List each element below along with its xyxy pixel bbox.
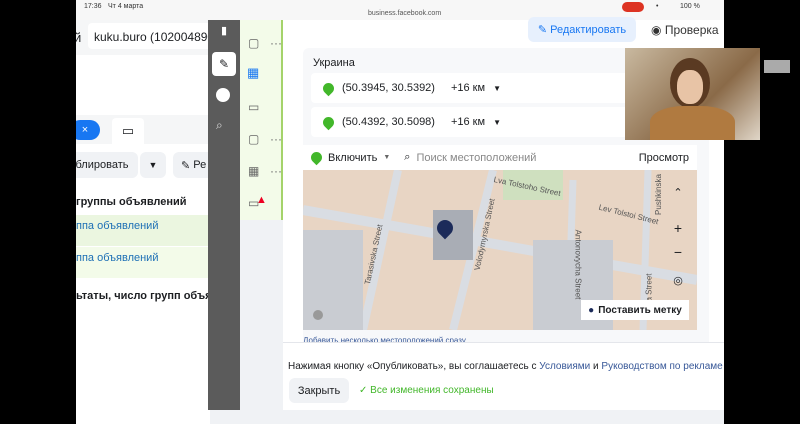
more-icon[interactable]: ··· <box>270 164 282 178</box>
saved-status-label: Все изменения сохранены <box>370 385 494 396</box>
results-label: ьтаты, число групп объяв <box>76 290 219 302</box>
terms-and: и <box>590 361 602 372</box>
coords: (50.4392, 30.5098) <box>342 116 435 128</box>
date: Чт 4 марта <box>108 3 144 10</box>
locate-icon[interactable]: ◎ <box>667 270 689 292</box>
edit-mode-label: Редактировать <box>550 23 627 36</box>
chevron-down-icon[interactable]: ▼ <box>493 84 501 93</box>
column-header: группы объявлений <box>76 196 187 208</box>
close-chip-icon[interactable]: × <box>76 120 100 140</box>
search-zoom-icon[interactable]: ⌕ <box>216 118 223 133</box>
folder-icon[interactable]: ▢ <box>248 36 259 50</box>
coords: (50.3945, 30.5392) <box>342 82 435 94</box>
terms-prefix: Нажимая кнопку «Опубликовать», вы соглаш… <box>288 361 540 372</box>
ad-policy-link[interactable]: Руководством по рекламе Fa <box>601 361 724 372</box>
edit-label: Ре <box>193 159 207 171</box>
header-text: й <box>76 30 82 45</box>
street-label: Pushkinska <box>653 174 663 215</box>
filter-area <box>76 55 210 115</box>
chart-icon[interactable]: ▮ <box>212 24 236 46</box>
participant-video <box>625 48 760 140</box>
country-label: Украина <box>313 57 355 69</box>
participant-face <box>677 70 703 104</box>
pin-icon <box>320 80 337 96</box>
ads-manager-panel: й kuku.buro (1020048909 × ▭ блировать ▼ … <box>76 20 218 424</box>
participant-body <box>650 106 735 140</box>
radius[interactable]: +16 км <box>451 116 485 128</box>
radius[interactable]: +16 км <box>451 82 485 94</box>
folder-icon[interactable]: ▢ <box>248 132 259 146</box>
url: business.facebook.com <box>368 10 442 17</box>
search-icon: ⌕ <box>404 151 411 163</box>
editor-toolbar: ▮ ✎ ⌕ <box>208 20 240 410</box>
include-dropdown[interactable]: Включить <box>328 152 377 164</box>
drop-pin-label: Поставить метку <box>598 304 682 316</box>
review-label: Проверка <box>664 23 719 37</box>
street-label: Antonovycha Street <box>573 229 583 300</box>
location-search-input[interactable]: Поиск местоположений <box>416 152 632 164</box>
dropdown-icon[interactable]: ▼ <box>140 152 166 178</box>
info-icon[interactable] <box>313 310 323 320</box>
saved-status: ✓ Все изменения сохранены <box>359 385 494 396</box>
collapse-icon[interactable]: ⌃ <box>667 182 689 204</box>
more-icon[interactable]: ··· <box>270 132 282 146</box>
chevron-down-icon[interactable]: ▼ <box>493 118 501 127</box>
review-button[interactable]: ◉ Проверка <box>651 23 719 37</box>
zoom-out-icon[interactable]: − <box>667 244 689 266</box>
account-input[interactable]: kuku.buro (1020048909 <box>88 23 212 49</box>
clock-icon[interactable] <box>216 88 230 102</box>
browse-button[interactable]: Просмотр <box>639 152 689 164</box>
edit-button[interactable]: ✎ Ре <box>173 152 213 178</box>
pencil-icon[interactable]: ✎ <box>212 52 236 76</box>
duplicate-button[interactable]: блировать <box>76 152 138 178</box>
campaign-tree: ▢ ··· ▦ ▭ ▢ ··· ▦ ··· ▭ ▲ <box>240 20 283 220</box>
more-icon[interactable]: ··· <box>270 36 282 50</box>
map-toolbar: Включить ▼ ⌕ Поиск местоположений Просмот… <box>303 145 697 170</box>
pin-icon <box>320 114 337 130</box>
pin-icon <box>308 149 325 166</box>
pin-icon: ● <box>588 304 595 316</box>
grid-icon[interactable]: ▦ <box>248 164 259 178</box>
time: 17:36 <box>84 3 102 10</box>
close-button[interactable]: Закрыть <box>289 378 349 403</box>
wifi-icon: • <box>656 3 659 10</box>
terms-link[interactable]: Условиями <box>539 361 590 372</box>
chevron-down-icon[interactable]: ▼ <box>383 154 390 161</box>
table-row[interactable]: ппа объявлений <box>76 215 210 246</box>
edit-mode-button[interactable]: ✎ Редактировать <box>528 17 636 42</box>
table: блировать ▼ ✎ Ре группы объявлений ппа о… <box>76 144 218 424</box>
battery-label: 100 % <box>680 3 700 10</box>
terms-text: Нажимая кнопку «Опубликовать», вы соглаш… <box>288 361 724 372</box>
warning-icon: ▲ <box>256 194 267 206</box>
footer: Нажимая кнопку «Опубликовать», вы соглаш… <box>283 342 724 410</box>
self-video <box>764 60 790 73</box>
zoom-in-icon[interactable]: + <box>667 220 689 242</box>
grid-icon[interactable]: ▦ <box>247 65 259 81</box>
recording-icon <box>622 2 644 12</box>
drop-pin-button[interactable]: ● Поставить метку <box>581 300 689 320</box>
map[interactable]: Lva Tolstoho Street Lev Tolstoi Street V… <box>303 170 697 330</box>
ad-icon[interactable]: ▭ <box>248 100 259 114</box>
window-tab-icon[interactable]: ▭ <box>112 118 144 144</box>
table-row[interactable]: ппа объявлений <box>76 247 210 278</box>
